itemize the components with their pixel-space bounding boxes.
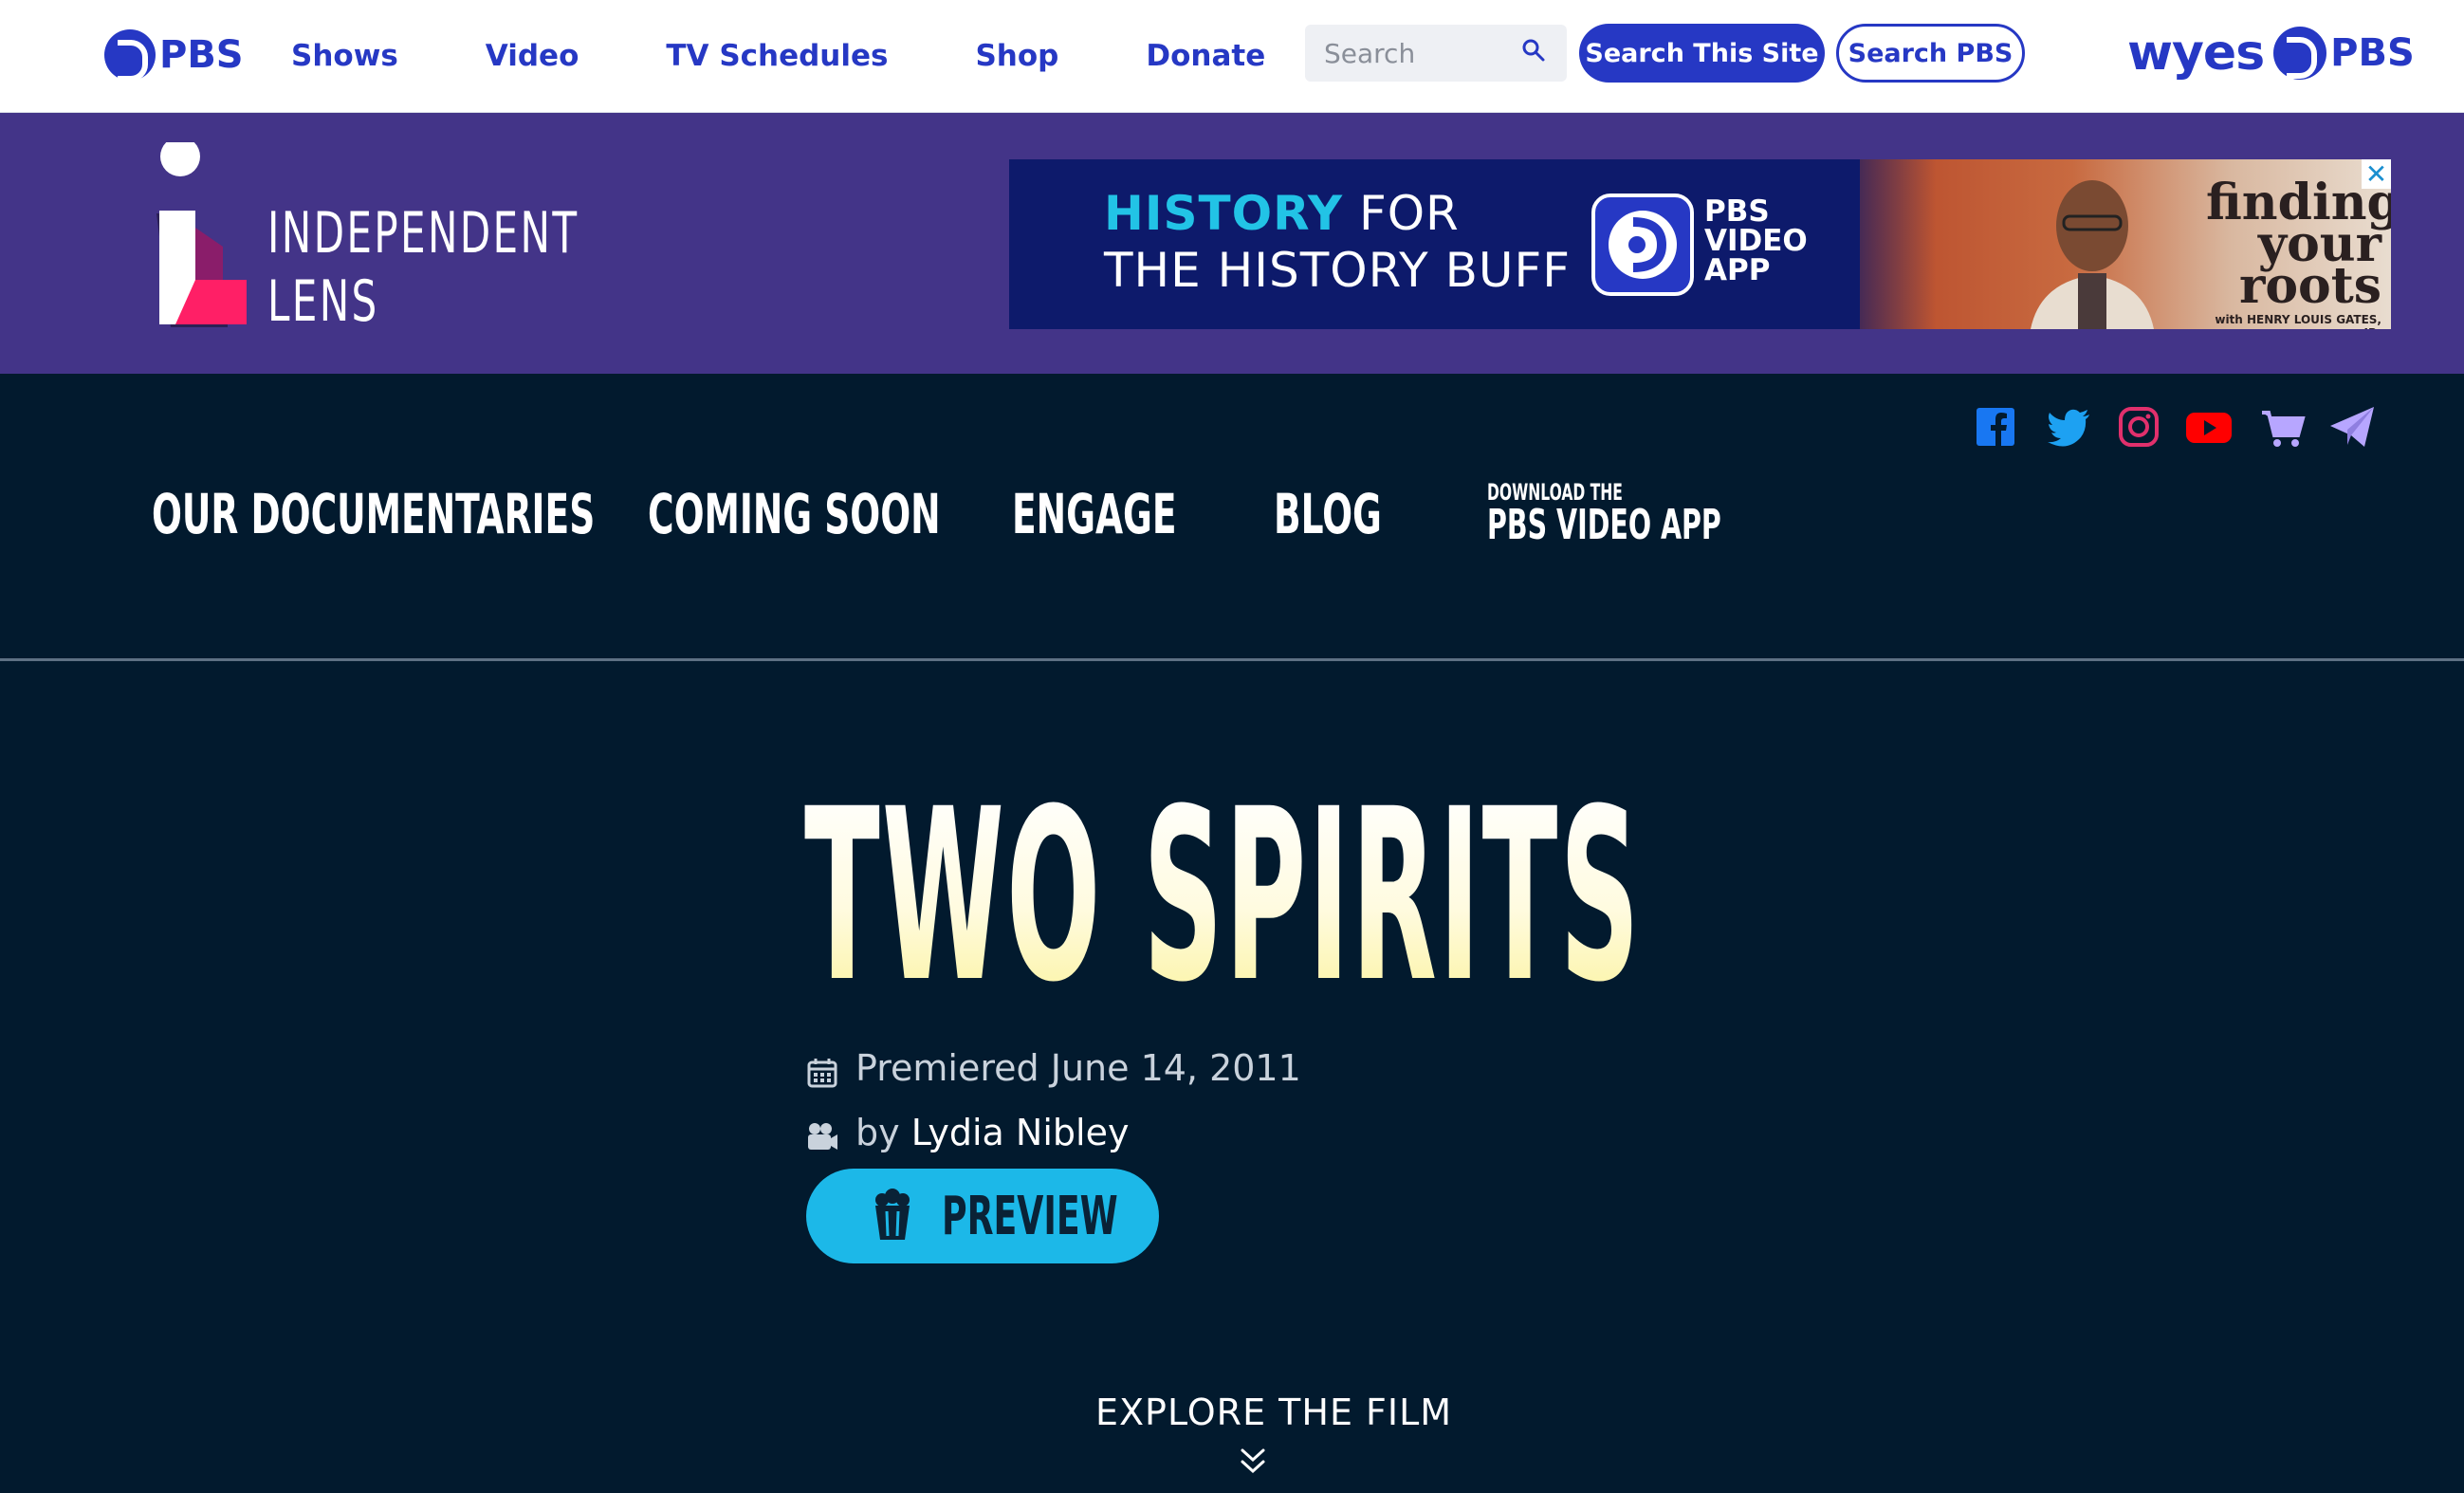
double-chevron-down-icon[interactable] [1239, 1447, 1267, 1477]
ad-headline-rest: FOR [1343, 186, 1460, 241]
ad-app-line2: VIDEO [1704, 224, 1808, 258]
pbs-nav: Shows Video TV Schedules Shop Donate [291, 0, 1265, 112]
shop-cart-icon[interactable] [2260, 403, 2306, 451]
instagram-icon[interactable] [2117, 403, 2161, 451]
ad-show-title-line3: roots [2238, 257, 2381, 315]
facebook-icon[interactable] [1975, 403, 2016, 451]
ad-close-icon[interactable]: ✕ [2362, 159, 2391, 189]
preview-button-label[interactable]: PREVIEW [942, 1186, 1118, 1247]
independent-lens-wordmark: INDEPENDENT LENS [267, 199, 579, 336]
explore-the-film-link[interactable]: EXPLORE THE FILM [1095, 1392, 1452, 1433]
director-prefix: by [855, 1112, 911, 1153]
nav-engage[interactable]: ENGAGE [1012, 482, 1177, 546]
pbs-top-bar: PBS Shows Video TV Schedules Shop Donate… [0, 0, 2464, 113]
newsletter-icon[interactable] [2328, 403, 2376, 451]
station-pbs-text: PBS [2330, 31, 2415, 75]
wyes-logo-text: wyes [2127, 25, 2265, 82]
ad-headline: HISTORY FOR [1104, 186, 1460, 241]
il-logo-line2: LENS [267, 268, 379, 335]
nav-blog[interactable]: BLOG [1274, 482, 1382, 546]
pbs-nav-tv-schedules[interactable]: TV Schedules [666, 39, 888, 73]
pbs-logo[interactable]: PBS [104, 28, 244, 82]
search-icon[interactable] [1521, 38, 1546, 63]
ad-headline-line2: THE HISTORY BUFF [1104, 243, 1572, 298]
ad-app-line1: PBS [1704, 194, 1770, 229]
nav-divider [0, 658, 2464, 661]
youtube-icon[interactable] [2184, 403, 2234, 451]
calendar-icon [807, 1059, 837, 1088]
nav-our-documentaries[interactable]: OUR DOCUMENTARIES [152, 482, 595, 546]
nav-download-app[interactable]: PBS VIDEO APP [1487, 501, 1721, 549]
popcorn-icon [875, 1189, 910, 1240]
pbs-head-icon [104, 29, 156, 82]
page-title: TWO SPIRITS [804, 758, 1642, 1034]
pbs-app-badge-icon [1591, 194, 1694, 296]
search-this-site-button[interactable]: Search This Site [1579, 24, 1825, 83]
pbs-logo-text: PBS [159, 33, 244, 77]
ad-show-subtitle: with HENRY LOUIS GATES, JR. [2215, 313, 2381, 329]
nav-coming-soon[interactable]: COMING SOON [648, 482, 941, 546]
ad-headline-accent: HISTORY [1104, 186, 1344, 241]
pbs-head-icon [1609, 211, 1677, 279]
pbs-head-icon [2273, 27, 2327, 80]
host-portrait-icon [2031, 180, 2154, 329]
wyes-pbs-logo[interactable]: wyes PBS [2127, 25, 2415, 82]
ad-banner[interactable]: HISTORY FOR THE HISTORY BUFF PBS VIDEO A… [1009, 159, 2391, 329]
ad-app-text: PBS VIDEO APP [1704, 197, 1808, 286]
pbs-nav-donate[interactable]: Donate [1146, 39, 1265, 73]
il-logo-line1: INDEPENDENT [267, 200, 579, 267]
pbs-nav-shows[interactable]: Shows [291, 39, 398, 73]
pbs-nav-video[interactable]: Video [486, 39, 579, 73]
premiere-date: Premiered June 14, 2011 [855, 1047, 1301, 1089]
pbs-nav-shop[interactable]: Shop [975, 39, 1058, 73]
director-name[interactable]: Lydia Nibley [911, 1112, 1130, 1153]
search-pbs-button[interactable]: Search PBS [1836, 24, 2025, 83]
twitter-icon[interactable] [2046, 403, 2093, 451]
ad-app-line3: APP [1704, 253, 1771, 287]
director-credit: by Lydia Nibley [855, 1112, 1129, 1153]
movie-camera-icon [808, 1123, 837, 1150]
ad-show-title: finding your roots with HENRY LOUIS GATE… [2206, 178, 2391, 330]
